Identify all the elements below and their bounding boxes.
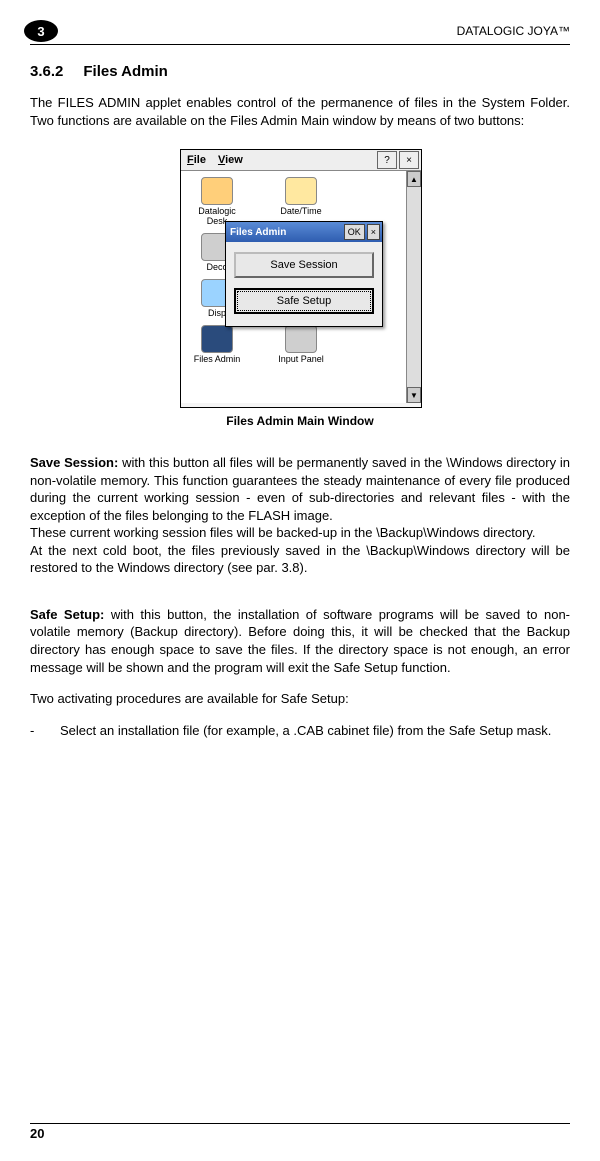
- save-session-button[interactable]: Save Session: [234, 252, 374, 278]
- dialog-titlebar: Files Admin OK ×: [226, 222, 382, 242]
- section-number: 3.6.2: [30, 63, 63, 80]
- section-title: Files Admin: [83, 63, 167, 80]
- save-session-text-3: At the next cold boot, the files previou…: [30, 543, 570, 576]
- scroll-track[interactable]: [407, 187, 421, 387]
- section-heading: 3.6.2 Files Admin: [30, 63, 570, 80]
- icon-label: Files Admin: [187, 355, 247, 365]
- dialog-close-button[interactable]: ×: [367, 224, 380, 240]
- files-icon: [201, 325, 233, 353]
- scroll-up-icon[interactable]: ▲: [407, 171, 421, 187]
- icon-label: Input Panel: [271, 355, 331, 365]
- safe-setup-button[interactable]: Safe Setup: [234, 288, 374, 314]
- safe-setup-text-1: with this button, the installation of so…: [30, 607, 570, 675]
- save-session-label: Save Session:: [30, 455, 118, 470]
- page-footer: 20: [30, 1123, 570, 1141]
- safe-setup-label: Safe Setup:: [30, 607, 104, 622]
- app-icon-filesadmin[interactable]: Files Admin: [187, 325, 247, 365]
- bullet-text: Select an installation file (for example…: [60, 722, 551, 740]
- safe-setup-paragraph-2: Two activating procedures are available …: [30, 690, 570, 708]
- figure-caption: Files Admin Main Window: [180, 414, 420, 428]
- screenshot-figure: File View ? × Datalogic Desk Date/Ti: [180, 149, 420, 428]
- control-panel-body: Datalogic Desk Date/Time Deco: [181, 171, 421, 403]
- vertical-scrollbar[interactable]: ▲ ▼: [406, 171, 421, 403]
- bullet-dash: -: [30, 722, 60, 740]
- scroll-down-icon[interactable]: ▼: [407, 387, 421, 403]
- control-panel-window: File View ? × Datalogic Desk Date/Ti: [180, 149, 422, 408]
- app-icon-datalogic[interactable]: Datalogic Desk: [187, 177, 247, 227]
- icon-label: Date/Time: [271, 207, 331, 217]
- page-number: 20: [30, 1126, 44, 1141]
- app-icon-datetime[interactable]: Date/Time: [271, 177, 331, 227]
- menu-view[interactable]: View: [212, 154, 249, 166]
- dialog-title: Files Admin: [230, 227, 342, 238]
- doc-title: DATALOGIC JOYA™: [457, 24, 570, 38]
- calendar-icon: [285, 177, 317, 205]
- dialog-ok-button[interactable]: OK: [344, 224, 365, 240]
- menubar: File View ? ×: [181, 150, 421, 171]
- bullet-item: - Select an installation file (for examp…: [30, 722, 570, 740]
- help-button[interactable]: ?: [377, 151, 397, 169]
- save-session-text-2: These current working session files will…: [30, 525, 536, 540]
- app-icon-inputpanel[interactable]: Input Panel: [271, 325, 331, 365]
- page-header: 3 DATALOGIC JOYA™: [30, 20, 570, 45]
- keyboard-icon: [285, 325, 317, 353]
- window-close-button[interactable]: ×: [399, 151, 419, 169]
- menu-file[interactable]: File: [181, 154, 212, 166]
- lock-icon: [201, 177, 233, 205]
- chapter-badge: 3: [24, 20, 58, 42]
- save-session-paragraph: Save Session: with this button all files…: [30, 454, 570, 577]
- safe-setup-paragraph-1: Safe Setup: with this button, the instal…: [30, 606, 570, 676]
- intro-paragraph: The FILES ADMIN applet enables control o…: [30, 94, 570, 129]
- files-admin-dialog: Files Admin OK × Save Session Safe Setup: [225, 221, 383, 327]
